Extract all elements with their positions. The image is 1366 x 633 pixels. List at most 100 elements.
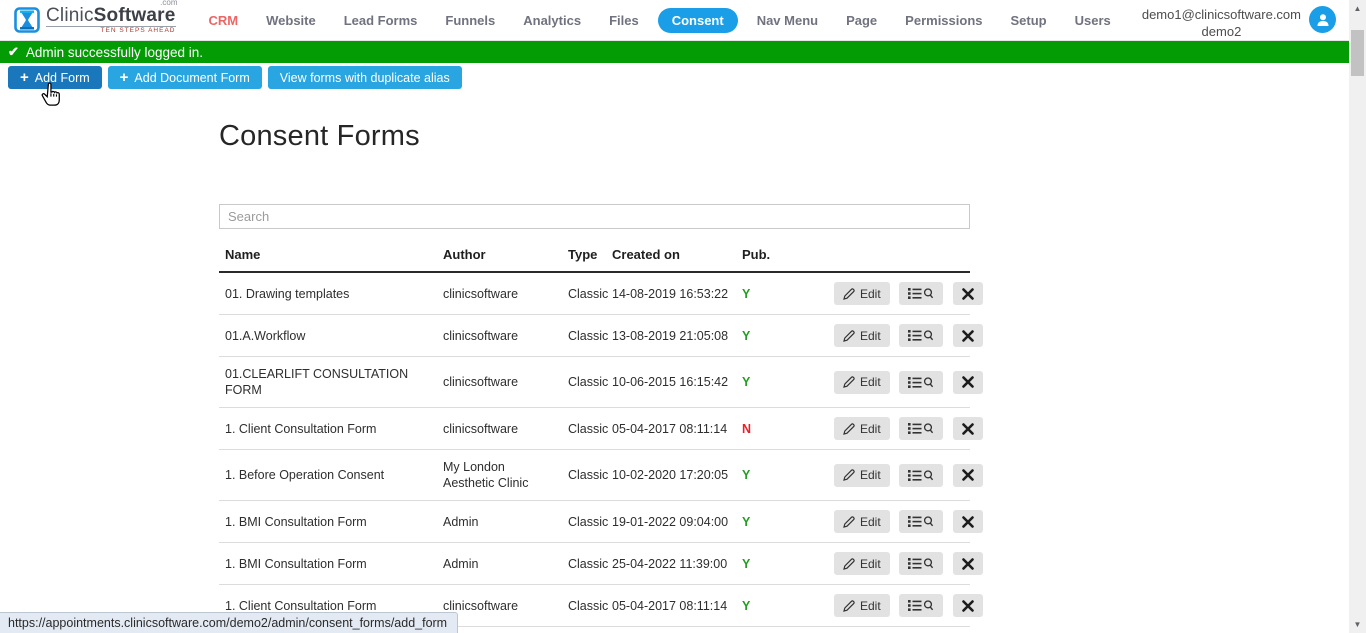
edit-button[interactable]: Edit — [834, 282, 890, 305]
scrollbar-thumb[interactable] — [1351, 30, 1364, 76]
cell-created-on: 19-01-2022 09:04:00 — [606, 501, 736, 543]
nav-item-analytics[interactable]: Analytics — [514, 8, 590, 33]
cell-created-on: 25-04-2022 11:39:00 — [606, 543, 736, 585]
cell-created-on: 05-04-2017 08:11:14 — [606, 408, 736, 450]
list-search-icon — [908, 422, 934, 435]
nav-item-permissions[interactable]: Permissions — [896, 8, 991, 33]
view-entries-button[interactable] — [899, 324, 943, 347]
view-entries-button[interactable] — [899, 282, 943, 305]
view-entries-button[interactable] — [899, 464, 943, 487]
edit-button[interactable]: Edit — [834, 324, 890, 347]
plus-icon: + — [120, 70, 129, 85]
edit-button[interactable]: Edit — [834, 464, 890, 487]
cell-type: Classic — [562, 585, 606, 627]
cell-created-on: 05-04-2017 08:11:14 — [606, 585, 736, 627]
delete-button[interactable] — [953, 371, 983, 394]
user-box[interactable]: demo1@clinicsoftware.com demo2 — [1142, 3, 1336, 40]
cell-pub-status: Y — [736, 357, 822, 408]
cell-name: 01. Drawing templates — [219, 272, 437, 315]
cell-pub-status: Y — [736, 585, 822, 627]
pencil-icon — [843, 423, 855, 435]
pencil-icon — [843, 600, 855, 612]
delete-button[interactable] — [953, 552, 983, 575]
cell-author: Admin — [437, 543, 562, 585]
pencil-icon — [843, 469, 855, 481]
delete-button[interactable] — [953, 510, 983, 533]
view-entries-button[interactable] — [899, 417, 943, 440]
edit-button[interactable]: Edit — [834, 510, 890, 533]
cell-name: 1. Before Operation Consent — [219, 450, 437, 501]
list-search-icon — [908, 515, 934, 528]
edit-button[interactable]: Edit — [834, 552, 890, 575]
view-entries-button[interactable] — [899, 594, 943, 617]
cell-type: Classic — [562, 450, 606, 501]
list-search-icon — [908, 469, 934, 482]
column-header-type: Type — [562, 239, 606, 272]
table-row: 01.CLEARLIFT CONSULTATION FORM clinicsof… — [219, 357, 970, 408]
pencil-icon — [843, 558, 855, 570]
delete-button[interactable] — [953, 282, 983, 305]
nav-item-lead-forms[interactable]: Lead Forms — [335, 8, 427, 33]
nav-item-files[interactable]: Files — [600, 8, 648, 33]
table-row: 01.A.Workflow clinicsoftware Classic 13-… — [219, 315, 970, 357]
user-avatar-icon[interactable] — [1309, 6, 1336, 33]
nav-item-funnels[interactable]: Funnels — [436, 8, 504, 33]
vertical-scrollbar[interactable]: ▲ ▼ — [1349, 0, 1366, 633]
cell-type: Classic — [562, 357, 606, 408]
edit-button[interactable]: Edit — [834, 417, 890, 440]
scroll-down-arrow-icon[interactable]: ▼ — [1349, 616, 1366, 633]
delete-button[interactable] — [953, 324, 983, 347]
user-account: demo2 — [1142, 23, 1301, 40]
list-search-icon — [908, 557, 934, 570]
nav-item-website[interactable]: Website — [257, 8, 325, 33]
cell-type: Classic — [562, 501, 606, 543]
nav-item-users[interactable]: Users — [1066, 8, 1120, 33]
edit-button[interactable]: Edit — [834, 371, 890, 394]
cell-name: 01.CLEARLIFT CONSULTATION FORM — [219, 357, 437, 408]
cell-name: 1. BMI Consultation Form — [219, 543, 437, 585]
cell-pub-status: Y — [736, 315, 822, 357]
cell-type: Classic — [562, 315, 606, 357]
cell-author: clinicsoftware — [437, 357, 562, 408]
hourglass-logo-icon — [14, 7, 40, 33]
cell-author: clinicsoftware — [437, 272, 562, 315]
view-entries-button[interactable] — [899, 510, 943, 533]
list-search-icon — [908, 329, 934, 342]
column-header-createdon: Created on — [606, 239, 736, 272]
cell-pub-status: Y — [736, 450, 822, 501]
x-icon — [962, 376, 974, 388]
check-icon: ✔ — [8, 44, 19, 60]
x-icon — [962, 600, 974, 612]
delete-button[interactable] — [953, 417, 983, 440]
view-entries-button[interactable] — [899, 552, 943, 575]
scroll-up-arrow-icon[interactable]: ▲ — [1349, 0, 1366, 17]
add-document-form-button[interactable]: +Add Document Form — [108, 66, 262, 89]
x-icon — [962, 516, 974, 528]
x-icon — [962, 330, 974, 342]
nav-item-setup[interactable]: Setup — [1002, 8, 1056, 33]
cell-created-on: 09-07-2018 18:16:33 — [606, 627, 736, 633]
clinicsoftware-logo[interactable]: ClinicSoftware .com TEN STEPS AHEAD — [14, 6, 176, 35]
cell-created-on: 10-06-2015 16:15:42 — [606, 357, 736, 408]
table-row: 1. Client Consultation Form clinicsoftwa… — [219, 408, 970, 450]
cell-pub-status: Y — [736, 543, 822, 585]
nav-item-page[interactable]: Page — [837, 8, 886, 33]
cell-created-on: 10-02-2020 17:20:05 — [606, 450, 736, 501]
nav-item-nav-menu[interactable]: Nav Menu — [748, 8, 827, 33]
cell-name: 1. BMI Consultation Form — [219, 501, 437, 543]
nav-item-consent[interactable]: Consent — [658, 8, 738, 33]
delete-button[interactable] — [953, 464, 983, 487]
delete-button[interactable] — [953, 594, 983, 617]
x-icon — [962, 288, 974, 300]
table-row: 01. Drawing templates clinicsoftware Cla… — [219, 272, 970, 315]
search-input[interactable] — [219, 204, 970, 229]
form-actions-row: +Add Form+Add Document FormView forms wi… — [0, 63, 1366, 93]
user-email: demo1@clinicsoftware.com — [1142, 6, 1301, 23]
cell-type: Classic — [562, 627, 606, 633]
view-forms-with-duplicate-alias-button[interactable]: View forms with duplicate alias — [268, 66, 462, 89]
edit-button[interactable]: Edit — [834, 594, 890, 617]
view-entries-button[interactable] — [899, 371, 943, 394]
mouse-cursor — [38, 82, 65, 109]
nav-item-crm[interactable]: CRM — [200, 8, 248, 33]
page-title: Consent Forms — [219, 120, 970, 153]
